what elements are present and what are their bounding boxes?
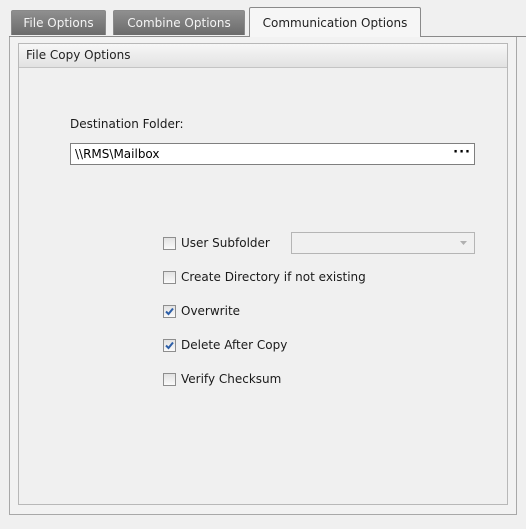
overwrite-option[interactable]: Overwrite: [163, 303, 240, 319]
user-subfolder-label: User Subfolder: [181, 236, 270, 250]
destination-folder-value: \\RMS\Mailbox: [75, 147, 160, 161]
create-directory-label: Create Directory if not existing: [181, 270, 366, 284]
overwrite-checkbox[interactable]: [163, 304, 176, 318]
verify-checksum-option[interactable]: Verify Checksum: [163, 371, 281, 387]
create-directory-option[interactable]: Create Directory if not existing: [163, 269, 366, 285]
overwrite-label: Overwrite: [181, 304, 241, 318]
checkmark-icon: [165, 341, 174, 349]
browse-button[interactable]: ···: [453, 144, 471, 164]
user-subfolder-checkbox[interactable]: [163, 236, 176, 250]
user-subfolder-option[interactable]: User Subfolder: [163, 235, 270, 251]
tab-strip: File Options Combine Options Communicati…: [0, 0, 526, 38]
tab-communication-options[interactable]: Communication Options: [249, 7, 421, 37]
delete-after-copy-option[interactable]: Delete After Copy: [163, 337, 287, 353]
verify-checksum-label: Verify Checksum: [181, 372, 282, 386]
destination-folder-label: Destination Folder:: [70, 117, 184, 131]
tab-combine-options[interactable]: Combine Options: [113, 10, 245, 35]
tab-panel: File Copy Options Destination Folder: \\…: [9, 37, 517, 515]
delete-after-copy-label: Delete After Copy: [181, 338, 288, 352]
delete-after-copy-checkbox[interactable]: [163, 338, 176, 352]
file-copy-options-group: File Copy Options Destination Folder: \\…: [18, 43, 508, 505]
chevron-down-icon: [460, 241, 467, 245]
checkmark-icon: [165, 307, 174, 315]
verify-checksum-checkbox[interactable]: [163, 372, 176, 386]
create-directory-checkbox[interactable]: [163, 270, 176, 284]
user-subfolder-dropdown[interactable]: [291, 232, 475, 254]
destination-folder-input[interactable]: \\RMS\Mailbox ···: [70, 143, 475, 165]
group-header: File Copy Options: [19, 44, 507, 68]
tab-file-options[interactable]: File Options: [11, 10, 106, 35]
